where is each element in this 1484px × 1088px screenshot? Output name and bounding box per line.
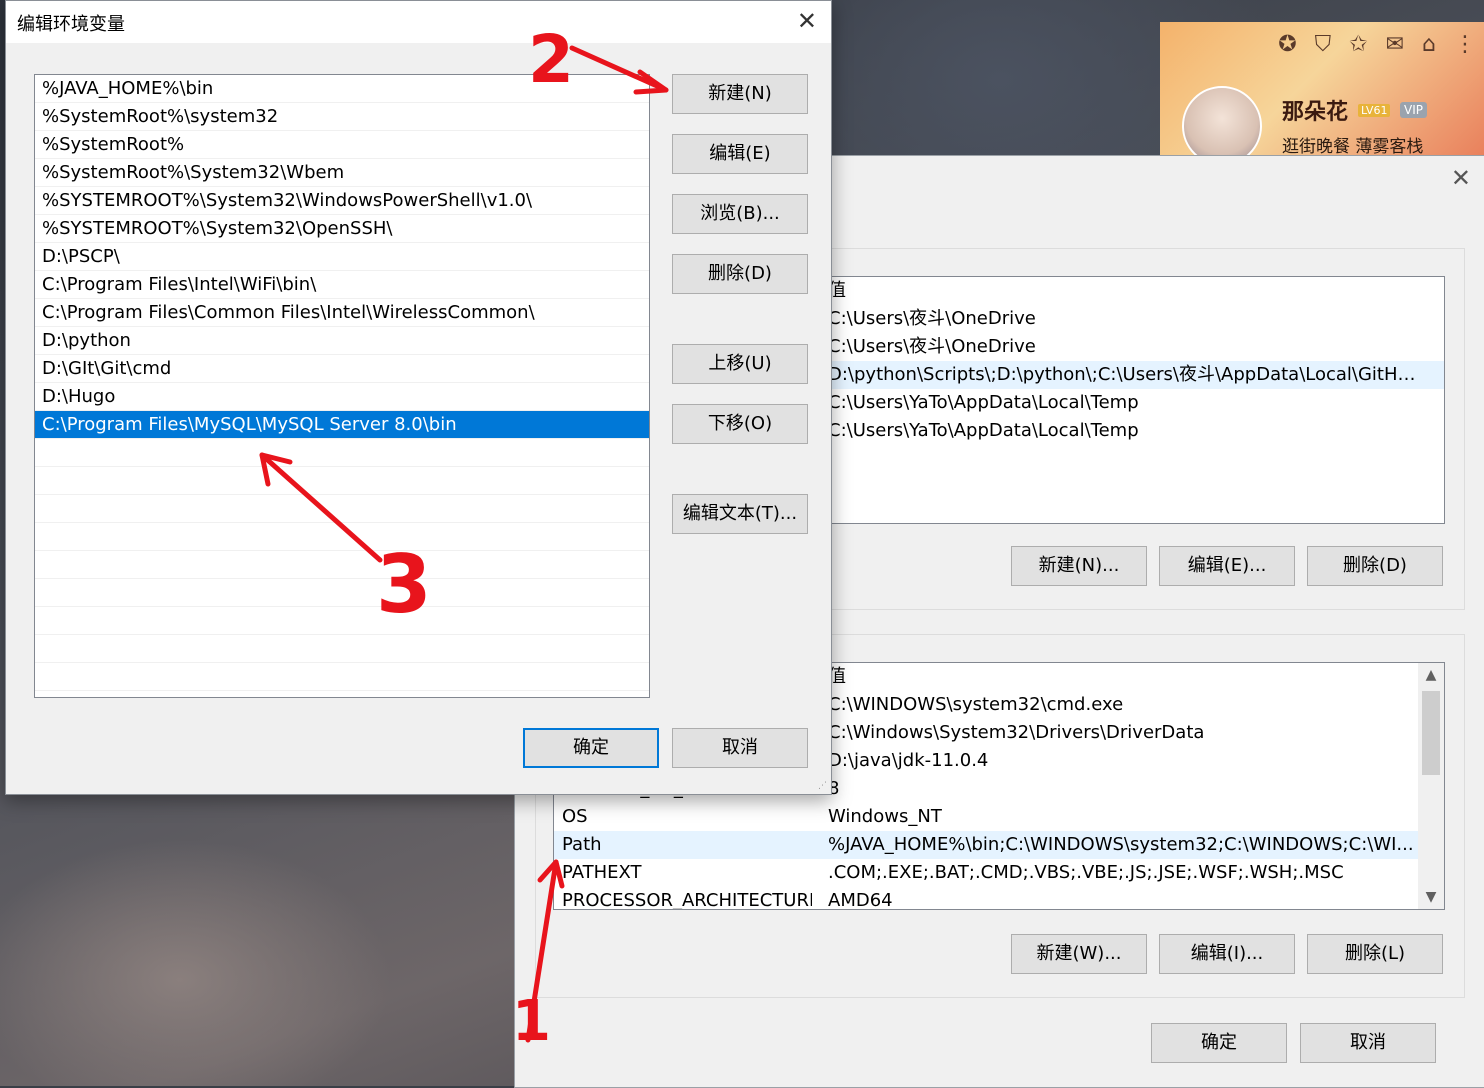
close-icon[interactable]: ✕ [797, 7, 817, 35]
var-value: C:\Windows\System32\Drivers\DriverData [828, 722, 1205, 743]
scroll-down-icon[interactable]: ▼ [1418, 885, 1444, 909]
avatar[interactable] [1182, 86, 1262, 156]
level-badge: LV61 [1358, 104, 1391, 117]
empty-list-item[interactable] [35, 635, 649, 663]
var-value: AMD64 [828, 890, 893, 910]
shirt-icon[interactable]: ⛉ [1315, 32, 1332, 57]
table-row[interactable]: PROCESSOR_ARCHITECTURE AMD64 [554, 887, 1444, 910]
list-item[interactable]: D:\python [35, 327, 649, 355]
list-item[interactable]: %SystemRoot%\system32 [35, 103, 649, 131]
var-name: Path [562, 834, 602, 855]
browse-button[interactable]: 浏览(B)... [672, 194, 808, 234]
empty-list-item[interactable] [35, 467, 649, 495]
move-down-button[interactable]: 下移(O) [672, 404, 808, 444]
list-item[interactable]: %JAVA_HOME%\bin [35, 75, 649, 103]
empty-list-item[interactable] [35, 551, 649, 579]
list-item[interactable]: C:\Program Files\Intel\WiFi\bin\ [35, 271, 649, 299]
empty-list-item[interactable] [35, 523, 649, 551]
empty-list-item[interactable] [35, 579, 649, 607]
vertical-scrollbar[interactable]: ▲ ▼ [1418, 663, 1444, 909]
var-value: C:\Users\夜斗\OneDrive [828, 308, 1036, 329]
cancel-button[interactable]: 取消 [1300, 1023, 1436, 1063]
var-value: D:\java\jdk-11.0.4 [828, 750, 989, 771]
system-delete-button[interactable]: 删除(L) [1307, 934, 1443, 974]
table-row[interactable]: Path %JAVA_HOME%\bin;C:\WINDOWS\system32;… [554, 831, 1444, 859]
scrollbar-thumb[interactable] [1422, 691, 1440, 775]
scroll-up-icon[interactable]: ▲ [1418, 663, 1444, 687]
ok-button[interactable]: 确定 [523, 728, 659, 768]
var-value: 8 [828, 778, 840, 799]
user-delete-button[interactable]: 删除(D) [1307, 546, 1443, 586]
selected-list-item[interactable]: C:\Program Files\MySQL\MySQL Server 8.0\… [35, 411, 649, 439]
medal-icon[interactable]: ✪ [1278, 32, 1296, 57]
var-value: C:\WINDOWS\system32\cmd.exe [828, 694, 1124, 715]
path-entries-list[interactable]: %JAVA_HOME%\bin %SystemRoot%\system32 %S… [34, 74, 650, 698]
table-row[interactable]: PATHEXT .COM;.EXE;.BAT;.CMD;.VBS;.VBE;.JS… [554, 859, 1444, 887]
table-row[interactable]: OS Windows_NT [554, 803, 1444, 831]
empty-list-item[interactable] [35, 439, 649, 467]
list-item[interactable]: %SYSTEMROOT%\System32\OpenSSH\ [35, 215, 649, 243]
list-item[interactable]: %SYSTEMROOT%\System32\WindowsPowerShell\… [35, 187, 649, 215]
list-item[interactable]: %SystemRoot% [35, 131, 649, 159]
cancel-button[interactable]: 取消 [672, 728, 808, 768]
profile-banner: ✪ ⛉ ✩ ✉ ⌂ ⋮ 那朵花 LV61 VIP 逛街晚餐 薄雾客栈 [1160, 22, 1484, 156]
var-value: D:\python\Scripts\;D:\python\;C:\Users\夜… [828, 364, 1418, 385]
system-new-button[interactable]: 新建(W)... [1011, 934, 1147, 974]
mail-icon[interactable]: ✉ [1386, 32, 1404, 57]
titlebar[interactable]: 编辑环境变量 ✕ [6, 1, 831, 43]
system-edit-button[interactable]: 编辑(I)... [1159, 934, 1295, 974]
list-item[interactable]: D:\GIt\Git\cmd [35, 355, 649, 383]
profile-name: 那朵花 [1282, 100, 1349, 125]
empty-list-item[interactable] [35, 495, 649, 523]
var-value: Windows_NT [828, 806, 942, 827]
empty-list-item[interactable] [35, 663, 649, 691]
list-item[interactable]: C:\Program Files\Common Files\Intel\Wire… [35, 299, 649, 327]
edit-button[interactable]: 编辑(E) [672, 134, 808, 174]
var-name: OS [562, 806, 588, 827]
close-icon[interactable]: ✕ [1451, 164, 1471, 192]
move-up-button[interactable]: 上移(U) [672, 344, 808, 384]
vip-badge: VIP [1400, 102, 1427, 118]
var-name: PROCESSOR_ARCHITECTURE [562, 890, 812, 910]
user-edit-button[interactable]: 编辑(E)... [1159, 546, 1295, 586]
more-icon[interactable]: ⋮ [1454, 32, 1476, 57]
empty-list-item[interactable] [35, 607, 649, 635]
var-value: C:\Users\YaTo\AppData\Local\Temp [828, 420, 1139, 441]
new-button[interactable]: 新建(N) [672, 74, 808, 114]
user-new-button[interactable]: 新建(N)... [1011, 546, 1147, 586]
dialog-title: 编辑环境变量 [17, 14, 125, 35]
shop-icon[interactable]: ⌂ [1422, 32, 1436, 57]
edit-environment-variable-dialog: 编辑环境变量 ✕ %JAVA_HOME%\bin %SystemRoot%\sy… [5, 0, 832, 795]
var-value: C:\Users\YaTo\AppData\Local\Temp [828, 392, 1139, 413]
var-value: %JAVA_HOME%\bin;C:\WINDOWS\system32;C:\W… [828, 834, 1414, 855]
var-value: C:\Users\夜斗\OneDrive [828, 336, 1036, 357]
star-badge-icon[interactable]: ✩ [1349, 32, 1367, 57]
var-name: PATHEXT [562, 862, 642, 883]
profile-tagline: 逛街晚餐 薄雾客栈 [1282, 137, 1424, 156]
list-item[interactable]: D:\PSCP\ [35, 243, 649, 271]
list-item[interactable]: D:\Hugo [35, 383, 649, 411]
ok-button[interactable]: 确定 [1151, 1023, 1287, 1063]
edit-text-button[interactable]: 编辑文本(T)... [672, 494, 808, 534]
delete-button[interactable]: 删除(D) [672, 254, 808, 294]
resize-grip-icon[interactable]: ⋰ [818, 781, 828, 791]
list-item[interactable]: %SystemRoot%\System32\Wbem [35, 159, 649, 187]
var-value: .COM;.EXE;.BAT;.CMD;.VBS;.VBE;.JS;.JSE;.… [828, 862, 1344, 883]
